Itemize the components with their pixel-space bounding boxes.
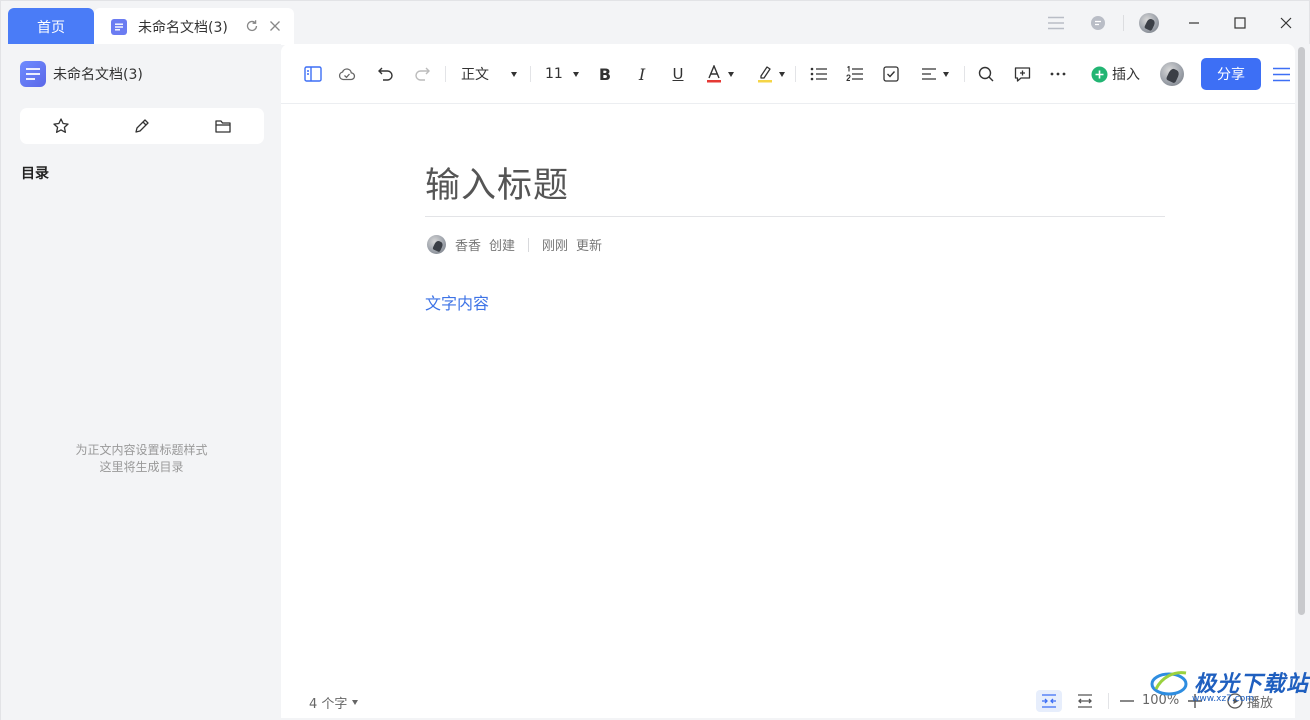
numbered-list-icon[interactable] [845,64,865,84]
more-icon[interactable] [1048,64,1068,84]
status-divider [1108,693,1109,709]
comment-icon[interactable] [1012,64,1032,84]
highlight-button[interactable] [755,64,787,84]
close-window-icon[interactable] [1277,14,1295,32]
search-icon[interactable] [976,64,996,84]
word-count[interactable]: 4 个字 [309,693,359,712]
pen-icon[interactable] [101,108,182,144]
compact-width-icon[interactable] [1036,690,1062,712]
tab-document[interactable]: 未命名文档(3) [94,8,294,45]
close-tab-icon[interactable] [268,19,282,33]
watermark-url: www.xz7.com [1192,694,1254,704]
full-width-icon[interactable] [1072,690,1098,712]
toc-empty-hint-1: 为正文内容设置标题样式 [75,443,208,457]
chevron-down-icon [352,700,359,705]
aurora-logo-icon [1150,667,1188,697]
chevron-down-icon [728,71,734,77]
user-avatar[interactable] [1139,13,1159,33]
font-color-button[interactable] [704,64,736,84]
document-title-input[interactable]: 输入标题 [425,157,569,208]
created-label: 创建 [489,239,516,254]
sidebar: 未命名文档(3) 目录 为正文内容设置标题样式 这里将生成目录 [0,44,281,720]
divider [1123,15,1124,31]
checklist-icon[interactable] [881,64,901,84]
redo-icon[interactable] [412,64,432,84]
chevron-down-icon [943,71,949,77]
refresh-icon[interactable] [245,19,259,33]
minimize-icon[interactable] [1185,14,1203,32]
editor-main: 正文 11 B I U 插入 分享 输入标题 香香 创建 刚刚 更新 文字内容 … [281,44,1295,718]
bullet-list-icon[interactable] [809,64,829,84]
vertical-scrollbar[interactable] [1298,47,1305,615]
share-button[interactable]: 分享 [1201,58,1261,90]
toolbar-divider [530,66,531,82]
undo-icon[interactable] [376,64,396,84]
chevron-down-icon [511,71,517,77]
updated-label: 更新 [576,239,603,254]
document-meta: 香香 创建 刚刚 更新 [427,235,602,254]
toolbar-divider [964,66,965,82]
italic-button[interactable]: I [632,64,652,84]
font-size-select[interactable]: 11 [545,64,583,84]
toc-title: 目录 [21,166,49,182]
toc-empty-hint-2: 这里将生成目录 [99,460,184,474]
creator-name: 香香 [455,239,482,254]
zoom-out-icon[interactable] [1116,690,1138,712]
insert-label: 插入 [1112,67,1140,83]
toolbar-divider [445,66,446,82]
creator-avatar [427,235,446,254]
bold-button[interactable]: B [595,64,615,84]
paragraph-style-select[interactable]: 正文 [461,64,521,84]
insert-button[interactable]: 插入 [1091,64,1141,84]
document-icon [111,18,127,35]
menu-icon[interactable] [1271,64,1291,84]
word-count-value: 4 个字 [309,697,348,712]
maximize-icon[interactable] [1231,14,1249,32]
chevron-down-icon [779,71,785,77]
collaborator-avatar[interactable] [1160,62,1184,86]
document-icon [20,61,46,87]
menu-icon[interactable] [1047,14,1065,32]
watermark: 极光下载站 www.xz7.com [1150,666,1309,704]
document-body-text[interactable]: 文字内容 [425,290,489,314]
chevron-down-icon [572,71,579,77]
align-button[interactable] [917,64,953,84]
tab-home[interactable]: 首页 [8,8,94,45]
toggle-sidebar-icon[interactable] [303,64,323,84]
sidebar-doc-header[interactable]: 未命名文档(3) [20,61,143,87]
title-divider [425,216,1165,217]
editor-toolbar: 正文 11 B I U 插入 分享 [281,44,1295,104]
tab-document-label: 未命名文档(3) [138,19,228,36]
underline-button[interactable]: U [668,64,688,84]
title-bar: 首页 未命名文档(3) [0,0,1310,45]
sidebar-toolbar [20,108,264,144]
meta-divider [528,237,530,252]
updated-time: 刚刚 [542,239,569,254]
paragraph-style-value: 正文 [461,67,489,83]
sidebar-doc-title: 未命名文档(3) [53,67,143,83]
message-icon[interactable] [1089,14,1107,32]
toolbar-divider [795,66,796,82]
cloud-sync-icon[interactable] [337,64,357,84]
status-bar: 4 个字 100% 播放 [281,682,1295,718]
folder-icon[interactable] [183,108,264,144]
plus-circle-icon [1091,66,1108,83]
star-icon[interactable] [20,108,101,144]
font-size-value: 11 [545,66,563,82]
